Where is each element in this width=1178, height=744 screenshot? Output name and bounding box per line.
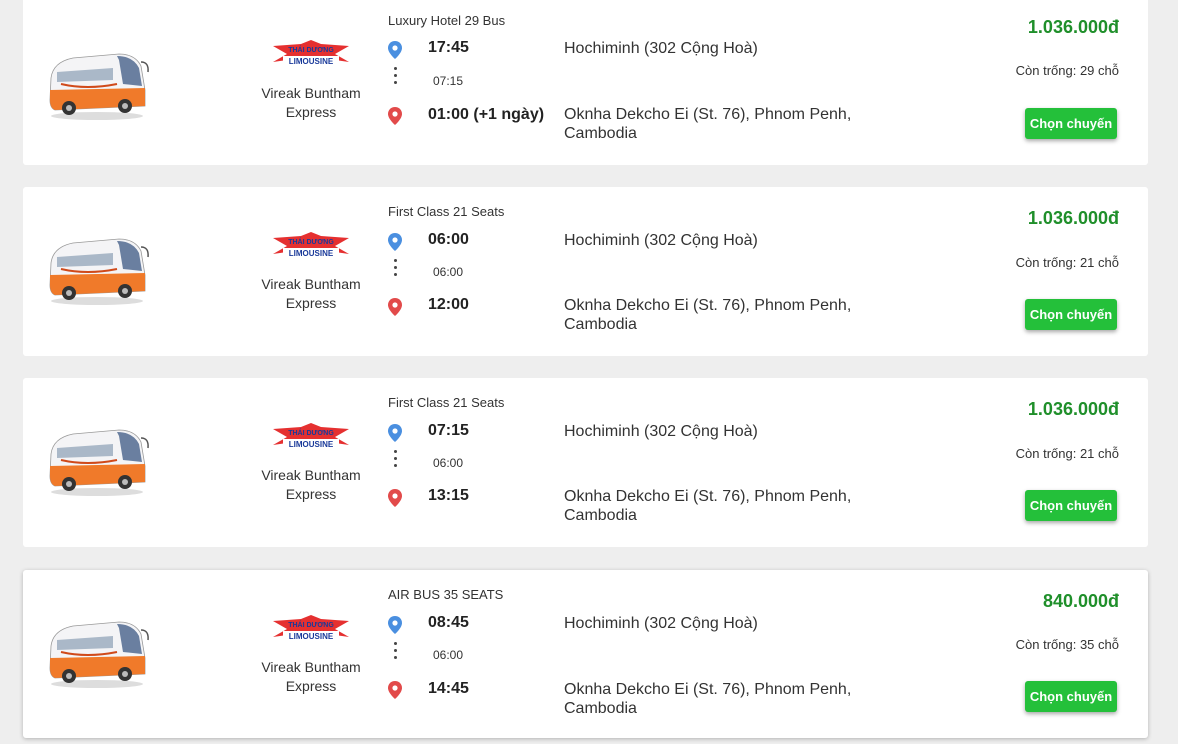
seats-available: Còn trống: 21 chỗ xyxy=(1015,255,1119,270)
destination: Oknha Dekcho Ei (St. 76), Phnom Penh, Ca… xyxy=(564,488,852,524)
seats-available: Còn trống: 29 chỗ xyxy=(1015,63,1119,78)
trip-card: THÁI DƯƠNG LIMOUSINE Vireak Buntham Expr… xyxy=(23,378,1148,547)
trip-card: THÁI DƯƠNG LIMOUSINE Vireak Buntham Expr… xyxy=(23,570,1148,738)
operator-logo: THÁI DƯƠNG LIMOUSINE xyxy=(273,40,349,66)
seats-available: Còn trống: 35 chỗ xyxy=(1015,637,1119,652)
origin: Hochiminh (302 Cộng Hoà) xyxy=(564,423,758,440)
trip-duration: 06:00 xyxy=(433,456,464,470)
departure-pin-icon xyxy=(388,616,402,634)
select-trip-button[interactable]: Chọn chuyến xyxy=(1025,681,1117,712)
departure-pin-icon xyxy=(388,424,402,442)
departure-time: 07:15 xyxy=(428,422,469,439)
arrival-pin-icon xyxy=(388,681,402,699)
route-dots xyxy=(394,67,397,88)
origin: Hochiminh (302 Cộng Hoà) xyxy=(564,232,758,249)
select-trip-button[interactable]: Chọn chuyến xyxy=(1025,299,1117,330)
departure-pin-icon xyxy=(388,41,402,59)
svg-text:THÁI DƯƠNG: THÁI DƯƠNG xyxy=(288,620,334,629)
origin: Hochiminh (302 Cộng Hoà) xyxy=(564,40,758,57)
departure-time: 08:45 xyxy=(428,614,469,631)
bus-image xyxy=(49,621,149,688)
arrival-pin-icon xyxy=(388,298,402,316)
svg-text:LIMOUSINE: LIMOUSINE xyxy=(289,249,334,258)
departure-time: 06:00 xyxy=(428,231,469,248)
bus-image xyxy=(49,238,149,305)
seats-available: Còn trống: 21 chỗ xyxy=(1015,446,1119,461)
arrival-time: 12:00 xyxy=(428,296,469,313)
select-trip-button[interactable]: Chọn chuyến xyxy=(1025,490,1117,521)
route-dots xyxy=(394,450,397,471)
operator-name: Vireak Buntham Express xyxy=(261,467,361,502)
operator-name: Vireak Buntham Express xyxy=(261,276,361,311)
route-dots xyxy=(394,259,397,280)
svg-text:LIMOUSINE: LIMOUSINE xyxy=(289,440,334,449)
departure-pin-icon xyxy=(388,233,402,251)
svg-text:THÁI DƯƠNG: THÁI DƯƠNG xyxy=(288,428,334,437)
operator-name: Vireak Buntham Express xyxy=(261,85,361,120)
trip-duration: 07:15 xyxy=(433,74,464,88)
arrival-time: 01:00 (+1 ngày) xyxy=(428,106,545,123)
trip-duration: 06:00 xyxy=(433,648,464,662)
destination: Oknha Dekcho Ei (St. 76), Phnom Penh, Ca… xyxy=(564,681,852,717)
select-trip-button[interactable]: Chọn chuyến xyxy=(1025,108,1117,139)
trip-card: THÁI DƯƠNG LIMOUSINE Vireak Buntham Expr… xyxy=(23,0,1148,165)
price: 1.036.000đ xyxy=(1027,17,1119,37)
bus-image xyxy=(49,429,149,496)
svg-text:THÁI DƯƠNG: THÁI DƯƠNG xyxy=(288,45,334,54)
svg-text:THÁI DƯƠNG: THÁI DƯƠNG xyxy=(288,237,334,246)
bus-image xyxy=(49,53,149,120)
price: 1.036.000đ xyxy=(1027,399,1119,419)
origin: Hochiminh (302 Cộng Hoà) xyxy=(564,615,758,632)
operator-logo: THÁI DƯƠNG LIMOUSINE xyxy=(273,232,349,258)
destination: Oknha Dekcho Ei (St. 76), Phnom Penh, Ca… xyxy=(564,297,852,333)
bus-type: Luxury Hotel 29 Bus xyxy=(388,13,506,28)
operator-name: Vireak Buntham Express xyxy=(261,659,361,694)
bus-type: First Class 21 Seats xyxy=(388,204,505,219)
bus-type: AIR BUS 35 SEATS xyxy=(388,587,504,602)
trip-card: THÁI DƯƠNG LIMOUSINE Vireak Buntham Expr… xyxy=(23,187,1148,356)
destination: Oknha Dekcho Ei (St. 76), Phnom Penh, Ca… xyxy=(564,106,852,142)
operator-logo: THÁI DƯƠNG LIMOUSINE xyxy=(273,423,349,449)
arrival-pin-icon xyxy=(388,107,402,125)
arrival-time: 13:15 xyxy=(428,487,469,504)
bus-type: First Class 21 Seats xyxy=(388,395,505,410)
route-dots xyxy=(394,642,397,663)
trip-duration: 06:00 xyxy=(433,265,464,279)
arrival-time: 14:45 xyxy=(428,680,469,697)
price: 840.000đ xyxy=(1042,591,1119,611)
price: 1.036.000đ xyxy=(1027,208,1119,228)
svg-text:LIMOUSINE: LIMOUSINE xyxy=(289,57,334,66)
operator-logo: THÁI DƯƠNG LIMOUSINE xyxy=(273,615,349,641)
svg-text:LIMOUSINE: LIMOUSINE xyxy=(289,632,334,641)
arrival-pin-icon xyxy=(388,489,402,507)
departure-time: 17:45 xyxy=(428,39,469,56)
